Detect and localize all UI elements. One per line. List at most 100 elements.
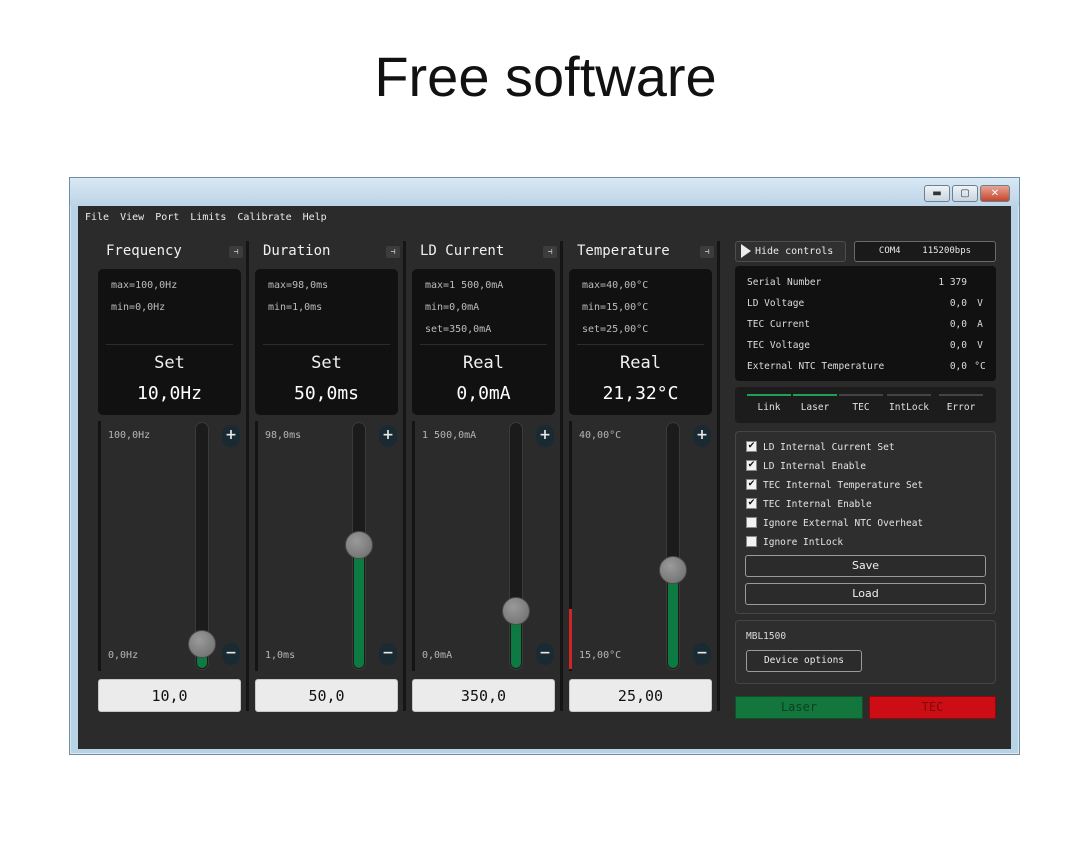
status-intlock: IntLock xyxy=(887,391,931,419)
duration-column: Duration ⊣ max=98,0ms min=1,0ms Set 50,0… xyxy=(255,241,402,713)
checkbox-icon[interactable]: ✔ xyxy=(746,441,757,452)
increment-button[interactable]: + xyxy=(536,425,554,447)
status-tec: TEC xyxy=(839,391,883,419)
reading-value: 0,0 xyxy=(949,319,967,330)
increment-button[interactable]: + xyxy=(693,425,711,447)
slider-track[interactable] xyxy=(666,422,680,670)
reading-row: Serial Number 1 379 xyxy=(747,277,987,291)
slider-max-label: 100,0Hz xyxy=(108,430,151,441)
pin-icon[interactable]: ⊣ xyxy=(543,246,557,258)
pin-icon[interactable]: ⊣ xyxy=(229,246,243,258)
mode-label: Set xyxy=(154,353,185,373)
laser-toggle-button[interactable]: Laser xyxy=(735,696,863,719)
main-value: 50,0ms xyxy=(293,383,360,404)
status-label: Error xyxy=(946,402,976,413)
value-input[interactable]: 350,0 xyxy=(412,679,555,712)
info-panel: max=40,00°C min=15,00°C set=25,00°C Real… xyxy=(569,269,712,415)
status-error: Error xyxy=(939,391,983,419)
option-checkbox[interactable]: ✔ TEC Internal Enable xyxy=(746,498,872,512)
main-value: 21,32°C xyxy=(602,383,679,404)
max-limit: max=100,0Hz xyxy=(111,280,178,291)
minimize-icon[interactable]: ▬ xyxy=(924,185,950,202)
decrement-button[interactable]: − xyxy=(222,643,240,665)
com-port-select[interactable]: COM4 115200bps xyxy=(854,241,996,262)
divider xyxy=(420,344,547,345)
option-checkbox[interactable]: ✔ LD Internal Current Set xyxy=(746,441,895,455)
app-window: ▬ ▢ ✕ File View Port Limits Calibrate He… xyxy=(69,177,1020,755)
menu-calibrate[interactable]: Calibrate xyxy=(237,210,291,226)
hide-controls-button[interactable]: Hide controls xyxy=(735,241,846,262)
info-panel: max=1 500,0mA min=0,0mA set=350,0mA Real… xyxy=(412,269,555,415)
checkbox-icon[interactable]: ✔ xyxy=(746,479,757,490)
slider-knob[interactable] xyxy=(345,531,373,559)
slider-min-label: 0,0mA xyxy=(422,650,453,661)
column-title: Temperature xyxy=(577,243,670,259)
checkbox-icon[interactable] xyxy=(746,517,757,528)
reading-unit: A xyxy=(977,319,983,330)
pin-icon[interactable]: ⊣ xyxy=(386,246,400,258)
save-button[interactable]: Save xyxy=(745,555,986,577)
slider-knob[interactable] xyxy=(659,556,687,584)
reading-row: TEC Voltage 0,0 V xyxy=(747,340,987,354)
option-label: LD Internal Current Set xyxy=(763,442,895,453)
option-label: TEC Internal Enable xyxy=(763,499,872,510)
menu-limits[interactable]: Limits xyxy=(190,210,226,226)
option-checkbox[interactable]: Ignore External NTC Overheat xyxy=(746,517,923,531)
device-name: MBL1500 xyxy=(746,631,787,642)
reading-label: TEC Current xyxy=(747,319,810,330)
readings-panel: Serial Number 1 379 LD Voltage 0,0 V TEC… xyxy=(735,266,996,381)
slider-min-label: 0,0Hz xyxy=(108,650,139,661)
baud-rate-label: 115200bps xyxy=(922,246,972,256)
divider xyxy=(577,344,704,345)
increment-button[interactable]: + xyxy=(222,425,240,447)
status-bar xyxy=(887,394,931,396)
option-label: LD Internal Enable xyxy=(763,461,866,472)
slider-fill xyxy=(354,545,364,668)
decrement-button[interactable]: − xyxy=(693,643,711,665)
value-input[interactable]: 50,0 xyxy=(255,679,398,712)
menu-view[interactable]: View xyxy=(120,210,144,226)
slider-min-label: 15,00°C xyxy=(579,650,622,661)
menu-port[interactable]: Port xyxy=(155,210,179,226)
status-label: TEC xyxy=(852,402,870,413)
reading-unit: V xyxy=(977,340,983,351)
status-label: Link xyxy=(757,402,781,413)
slider-area: 40,00°C 15,00°C + − xyxy=(569,421,712,671)
slider-track[interactable] xyxy=(509,422,523,670)
device-options-button[interactable]: Device options xyxy=(746,650,862,672)
menu-help[interactable]: Help xyxy=(303,210,327,226)
option-checkbox[interactable]: ✔ LD Internal Enable xyxy=(746,460,866,474)
divider xyxy=(263,344,390,345)
pin-icon[interactable]: ⊣ xyxy=(700,246,714,258)
min-limit: min=1,0ms xyxy=(268,302,323,313)
slider-max-label: 98,0ms xyxy=(265,430,302,441)
tec-toggle-button[interactable]: TEC xyxy=(869,696,996,719)
increment-button[interactable]: + xyxy=(379,425,397,447)
slider-knob[interactable] xyxy=(188,630,216,658)
maximize-icon[interactable]: ▢ xyxy=(952,185,978,202)
option-label: Ignore IntLock xyxy=(763,537,844,548)
checkbox-icon[interactable]: ✔ xyxy=(746,498,757,509)
option-checkbox[interactable]: Ignore IntLock xyxy=(746,536,843,550)
value-input[interactable]: 10,0 xyxy=(98,679,241,712)
value-input[interactable]: 25,00 xyxy=(569,679,712,712)
close-icon[interactable]: ✕ xyxy=(980,185,1010,202)
status-bar xyxy=(747,394,791,396)
min-limit: min=0,0Hz xyxy=(111,302,166,313)
menu-file[interactable]: File xyxy=(85,210,109,226)
checkbox-icon[interactable] xyxy=(746,536,757,547)
checkbox-icon[interactable]: ✔ xyxy=(746,460,757,471)
reading-row: External NTC Temperature 0,0 °C xyxy=(747,361,987,375)
set-value: set=350,0mA xyxy=(425,324,492,335)
option-checkbox[interactable]: ✔ TEC Internal Temperature Set xyxy=(746,479,923,493)
decrement-button[interactable]: − xyxy=(379,643,397,665)
reading-unit: °C xyxy=(974,361,986,372)
reading-value: 0,0 xyxy=(949,298,967,309)
decrement-button[interactable]: − xyxy=(536,643,554,665)
min-limit: min=0,0mA xyxy=(425,302,480,313)
slider-max-label: 1 500,0mA xyxy=(422,430,477,441)
column-separator xyxy=(717,241,720,711)
load-button[interactable]: Load xyxy=(745,583,986,605)
title-bar[interactable]: ▬ ▢ ✕ xyxy=(70,178,1019,206)
slider-knob[interactable] xyxy=(502,597,530,625)
